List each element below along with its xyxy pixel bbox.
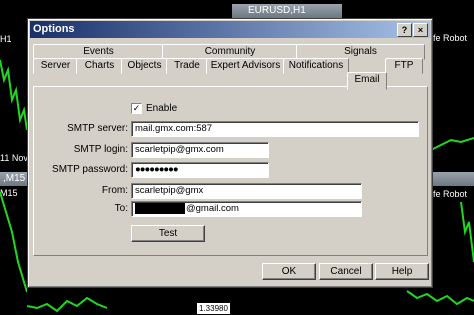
dialog-titlebar[interactable]: Options ? × [30,21,430,38]
smtp-password-field[interactable]: ●●●●●●●●● [131,162,269,178]
enable-checkbox[interactable]: ✓ [131,103,142,114]
email-tab-panel: ✓ Enable SMTP server: mail.gmx.com:587 S… [33,86,428,256]
smtp-server-label: SMTP server: [67,123,128,134]
to-field-value: @gmail.com [186,203,239,214]
redaction-block [135,202,185,214]
price-chart-svg [460,201,474,263]
cancel-button[interactable]: Cancel [319,263,373,280]
to-field[interactable]: @gmail.com [131,201,362,217]
tab-notifications[interactable]: Notifications [283,58,349,74]
tab-trade[interactable]: Trade [166,58,208,74]
close-icon[interactable]: × [413,23,428,37]
chart-window-center-top[interactable]: EURUSD,H1 [232,0,342,18]
chart-window-right-bottom[interactable]: ife Robot [431,172,474,286]
chart-window-right[interactable]: ife Robot [431,0,474,170]
tab-objects[interactable]: Objects [121,58,168,74]
timeframe-label: H1 [0,34,12,44]
tab-server[interactable]: Server [33,58,78,74]
price-chart-svg [27,290,474,313]
chart-window-title: EURUSD,H1 [232,4,342,18]
tab-expert-advisors[interactable]: Expert Advisors [206,58,285,74]
enable-label[interactable]: Enable [146,103,177,114]
price-label: 1.33980 [197,303,230,314]
tab-charts[interactable]: Charts [76,58,123,74]
price-chart-svg [0,59,27,131]
help-icon[interactable]: ? [397,23,412,37]
dialog-title: Options [33,23,75,35]
to-label: To: [114,203,128,214]
smtp-login-field[interactable]: scarletpip@gmx.com [131,142,269,158]
chart-window-bottom-strip[interactable]: 1.33980 [27,286,474,315]
price-chart-svg [0,191,27,293]
tab-ftp[interactable]: FTP [385,58,423,74]
from-field[interactable]: scarletpip@gmx [131,183,362,199]
tab-email[interactable]: Email [347,72,387,90]
test-button[interactable]: Test [131,225,205,242]
ok-button[interactable]: OK [262,263,316,280]
chart-window-left-bottom[interactable]: ,M15 M15 [0,172,27,315]
from-label: From: [101,185,128,196]
help-button[interactable]: Help [375,263,429,280]
chart-window-left-top[interactable]: H1 11 Nov [0,0,27,170]
chart-area[interactable] [0,0,27,170]
price-chart-svg [431,137,474,151]
smtp-password-label: SMTP password: [52,164,128,175]
options-dialog: Options ? × Events Community Signals Ser… [27,18,433,288]
smtp-server-field[interactable]: mail.gmx.com:587 [131,121,419,137]
date-label: 11 Nov [0,153,27,163]
smtp-login-label: SMTP login: [73,144,128,155]
